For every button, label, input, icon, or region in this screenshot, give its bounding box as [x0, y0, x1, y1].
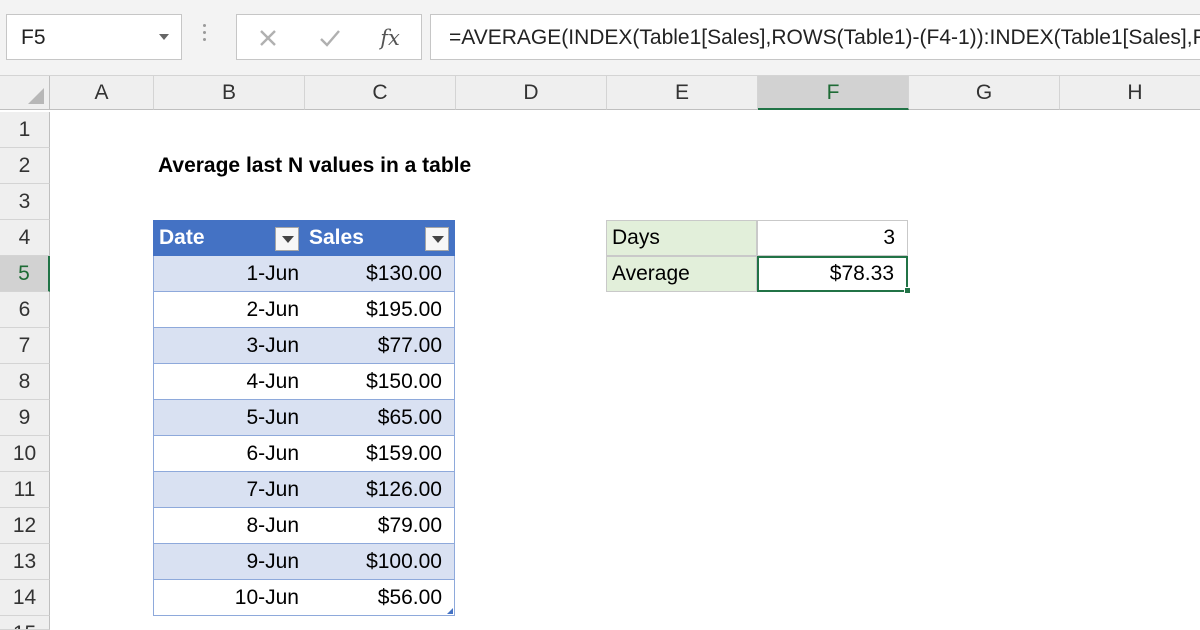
chevron-down-icon[interactable] [159, 34, 169, 40]
table-row[interactable]: 7-Jun $126.00 [153, 472, 455, 508]
name-box-value: F5 [21, 26, 46, 49]
check-icon[interactable] [315, 23, 345, 53]
insert-function-button[interactable]: fx [375, 23, 405, 53]
row-header-8[interactable]: 8 [0, 364, 50, 400]
table-row[interactable]: 2-Jun $195.00 [153, 292, 455, 328]
row-header-11[interactable]: 11 [0, 472, 50, 508]
table-row[interactable]: 10-Jun $56.00 [153, 580, 455, 616]
x-icon[interactable] [253, 23, 283, 53]
sales-cell[interactable]: $126.00 [366, 472, 442, 508]
table-row[interactable]: 9-Jun $100.00 [153, 544, 455, 580]
sales-cell[interactable]: $56.00 [378, 580, 442, 616]
select-all-icon [28, 88, 44, 104]
sales-cell[interactable]: $100.00 [366, 544, 442, 580]
date-cell[interactable]: 2-Jun [246, 292, 299, 328]
average-label[interactable]: Average [606, 256, 757, 292]
sales-cell[interactable]: $130.00 [366, 256, 442, 292]
sales-cell[interactable]: $159.00 [366, 436, 442, 472]
sales-cell[interactable]: $79.00 [378, 508, 442, 544]
date-cell[interactable]: 9-Jun [246, 544, 299, 580]
filter-dropdown-icon[interactable] [275, 227, 299, 251]
formula-text: =AVERAGE(INDEX(Table1[Sales],ROWS(Table1… [449, 26, 1200, 49]
worksheet-grid[interactable]: A B C D E F G H 1 2 3 4 5 6 7 8 9 10 11 … [0, 76, 1200, 630]
table-resize-handle[interactable] [447, 608, 453, 614]
row-header-1[interactable]: 1 [0, 112, 50, 148]
row-header-13[interactable]: 13 [0, 544, 50, 580]
sales-cell[interactable]: $77.00 [378, 328, 442, 364]
table-row[interactable]: 8-Jun $79.00 [153, 508, 455, 544]
fill-handle[interactable] [904, 287, 911, 294]
date-cell[interactable]: 5-Jun [246, 400, 299, 436]
row-header-5[interactable]: 5 [0, 256, 50, 292]
table-header-date[interactable]: Date [159, 220, 205, 256]
sheet-title[interactable]: Average last N values in a table [158, 148, 471, 184]
column-header-a[interactable]: A [50, 76, 154, 110]
table-header-sales[interactable]: Sales [309, 220, 364, 256]
date-cell[interactable]: 8-Jun [246, 508, 299, 544]
table-row[interactable]: 5-Jun $65.00 [153, 400, 455, 436]
table-header-row: Date Sales [153, 220, 455, 256]
date-cell[interactable]: 10-Jun [235, 580, 299, 616]
column-header-c[interactable]: C [305, 76, 456, 110]
row-header-9[interactable]: 9 [0, 400, 50, 436]
date-cell[interactable]: 4-Jun [246, 364, 299, 400]
formula-bar: F5 fx =AVERAGE(INDEX(Table1[Sales],ROWS(… [0, 0, 1200, 76]
table-body: 1-Jun $130.00 2-Jun $195.00 3-Jun $77.00 4-… [153, 256, 455, 616]
table-row[interactable]: 4-Jun $150.00 [153, 364, 455, 400]
name-box[interactable]: F5 [6, 14, 182, 60]
date-cell[interactable]: 1-Jun [246, 256, 299, 292]
sales-cell[interactable]: $150.00 [366, 364, 442, 400]
row-header-6[interactable]: 6 [0, 292, 50, 328]
sales-cell[interactable]: $195.00 [366, 292, 442, 328]
date-cell[interactable]: 7-Jun [246, 472, 299, 508]
column-header-f[interactable]: F [758, 76, 909, 110]
sales-cell[interactable]: $65.00 [378, 400, 442, 436]
select-all-button[interactable] [0, 76, 50, 110]
column-header-g[interactable]: G [909, 76, 1060, 110]
date-cell[interactable]: 3-Jun [246, 328, 299, 364]
formula-bar-grip-icon [203, 24, 207, 52]
row-header-7[interactable]: 7 [0, 328, 50, 364]
row-header-10[interactable]: 10 [0, 436, 50, 472]
date-cell[interactable]: 6-Jun [246, 436, 299, 472]
table-row[interactable]: 1-Jun $130.00 [153, 256, 455, 292]
table-row[interactable]: 6-Jun $159.00 [153, 436, 455, 472]
column-header-e[interactable]: E [607, 76, 758, 110]
column-header-h[interactable]: H [1060, 76, 1200, 110]
table-row[interactable]: 3-Jun $77.00 [153, 328, 455, 364]
row-header-14[interactable]: 14 [0, 580, 50, 616]
row-header-12[interactable]: 12 [0, 508, 50, 544]
column-header-d[interactable]: D [456, 76, 607, 110]
row-header-4[interactable]: 4 [0, 220, 50, 256]
average-value-cell[interactable]: $78.33 [757, 256, 908, 292]
formula-buttons: fx [236, 14, 422, 60]
days-value-cell[interactable]: 3 [757, 220, 908, 256]
filter-dropdown-icon[interactable] [425, 227, 449, 251]
row-header-2[interactable]: 2 [0, 148, 50, 184]
row-header-15[interactable]: 15 [0, 616, 50, 630]
days-label[interactable]: Days [606, 220, 757, 256]
column-header-b[interactable]: B [154, 76, 305, 110]
row-header-3[interactable]: 3 [0, 184, 50, 220]
formula-input[interactable]: =AVERAGE(INDEX(Table1[Sales],ROWS(Table1… [430, 14, 1200, 60]
